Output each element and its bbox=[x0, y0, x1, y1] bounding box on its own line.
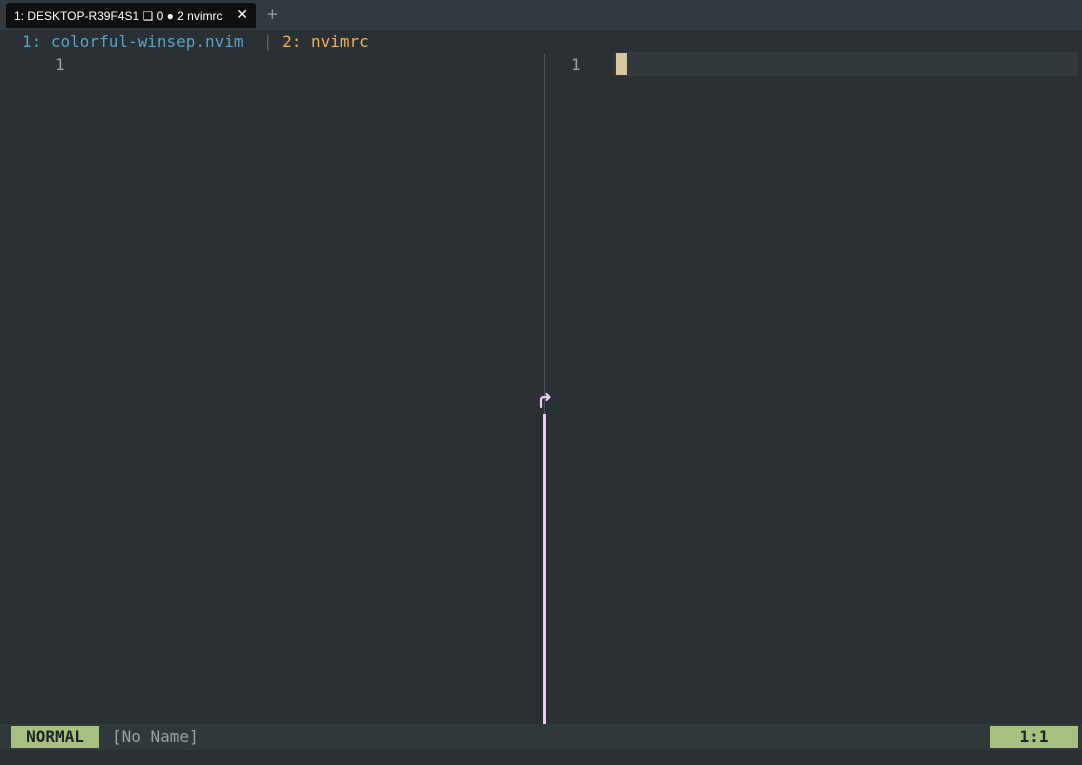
tabline-separator: | bbox=[262, 32, 273, 51]
nvim-tab-2[interactable]: 2: nvimrc bbox=[282, 32, 369, 51]
terminal-tab-title: 1: DESKTOP-R39F4S1 ❏ 0 ● 2 nvimrc bbox=[14, 8, 223, 23]
terminal-tab[interactable]: 1: DESKTOP-R39F4S1 ❏ 0 ● 2 nvimrc ✕ bbox=[6, 3, 256, 28]
mode-indicator: NORMAL bbox=[11, 726, 99, 748]
terminal-tab-bar: 1: DESKTOP-R39F4S1 ❏ 0 ● 2 nvimrc ✕ + bbox=[0, 0, 1082, 30]
nvim-editor: 1: colorful-winsep.nvim | 2: nvimrc 1 1 … bbox=[0, 30, 1082, 765]
buffer-filename: [No Name] bbox=[112, 727, 199, 746]
arrow-turn-icon bbox=[539, 392, 551, 409]
statusline: NORMAL [No Name] 1:1 bbox=[0, 724, 1082, 750]
nvim-tabline: 1: colorful-winsep.nvim | 2: nvimrc bbox=[22, 32, 369, 52]
window-separator-active[interactable] bbox=[543, 414, 546, 724]
cursor-position: 1:1 bbox=[990, 726, 1078, 748]
command-line[interactable] bbox=[0, 750, 1082, 765]
left-window-line-number: 1 bbox=[55, 55, 65, 74]
close-icon[interactable]: ✕ bbox=[236, 7, 248, 23]
text-cursor bbox=[616, 53, 627, 75]
window-separator-inactive[interactable] bbox=[544, 54, 545, 416]
cursor-line bbox=[614, 52, 1078, 76]
right-window-line-number: 1 bbox=[571, 55, 581, 74]
new-tab-button[interactable]: + bbox=[266, 5, 279, 23]
nvim-tab-1[interactable]: 1: colorful-winsep.nvim bbox=[22, 32, 244, 51]
